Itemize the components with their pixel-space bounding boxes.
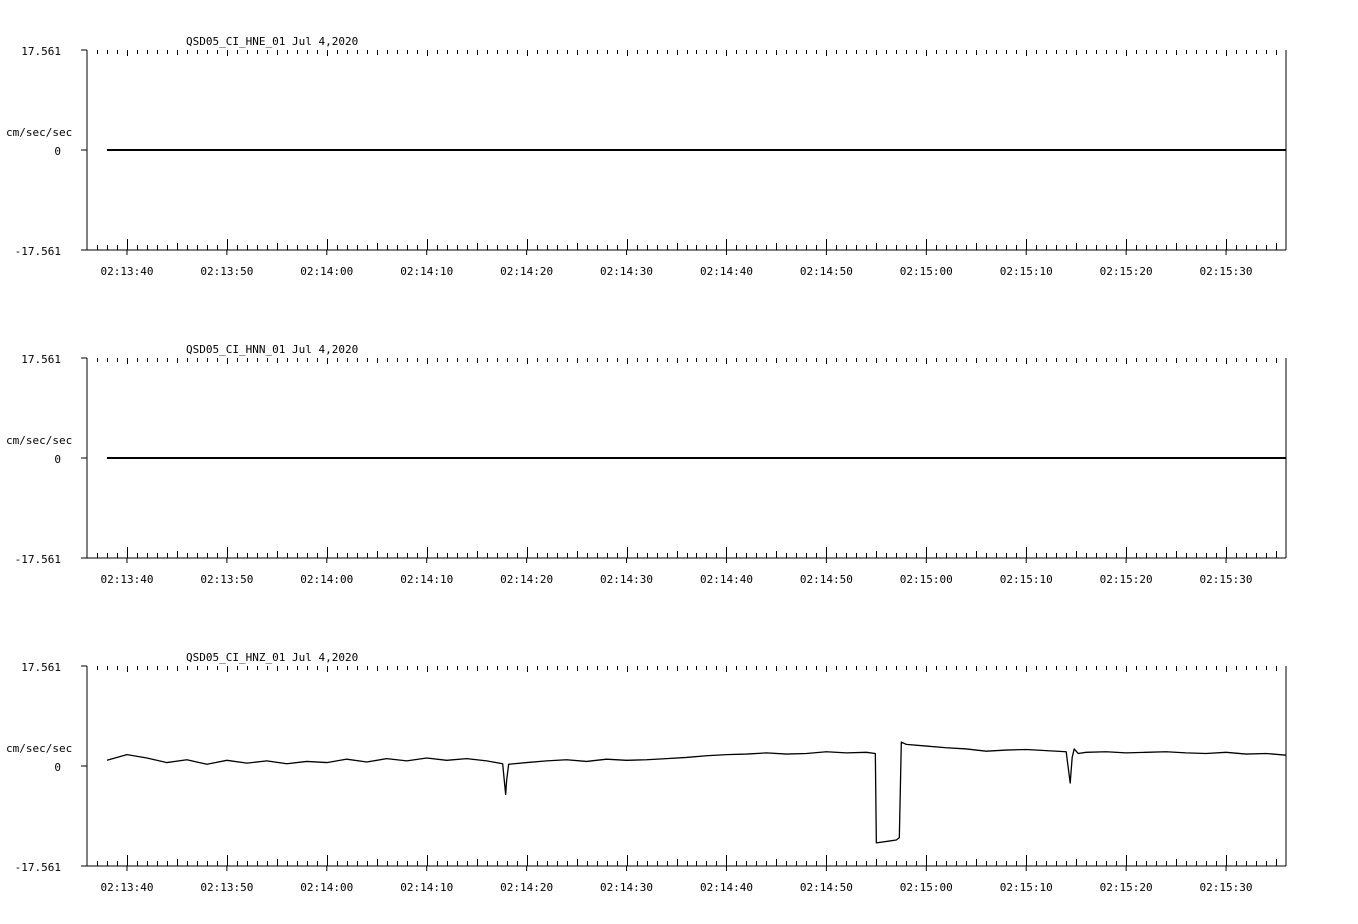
x-tick-label: 02:13:40 xyxy=(100,573,153,586)
x-tick-label: 02:13:40 xyxy=(100,265,153,278)
x-tick-label: 02:15:20 xyxy=(1100,881,1153,894)
x-tick-label: 02:13:50 xyxy=(200,573,253,586)
x-tick-label: 02:14:50 xyxy=(800,881,853,894)
panel-hnz: QSD05_CI_HNZ_01 Jul 4,2020 cm/sec/sec 17… xyxy=(6,651,1287,894)
y-tick-zero: 0 xyxy=(54,145,61,158)
trace-line xyxy=(106,741,1287,844)
y-axis-label: cm/sec/sec xyxy=(6,742,72,755)
x-tick-label: 02:14:00 xyxy=(300,881,353,894)
y-axis-label: cm/sec/sec xyxy=(6,434,72,447)
panel-title: QSD05_CI_HNN_01 Jul 4,2020 xyxy=(186,343,358,356)
x-tick-label: 02:15:30 xyxy=(1200,265,1253,278)
y-tick-bottom: -17.561 xyxy=(15,245,61,258)
x-tick-label: 02:14:20 xyxy=(500,573,553,586)
x-tick-label: 02:15:10 xyxy=(1000,265,1053,278)
x-tick-label: 02:13:50 xyxy=(200,881,253,894)
panel-title: QSD05_CI_HNE_01 Jul 4,2020 xyxy=(186,35,358,48)
y-tick-bottom: -17.561 xyxy=(15,861,61,874)
x-tick-label: 02:14:10 xyxy=(400,573,453,586)
x-tick-label: 02:14:00 xyxy=(300,573,353,586)
y-tick-top: 17.561 xyxy=(21,45,61,58)
seismogram-figure: QSD05_CI_HNE_01 Jul 4,2020 cm/sec/sec 17… xyxy=(6,35,1287,894)
x-tick-label: 02:14:00 xyxy=(300,265,353,278)
panel-title: QSD05_CI_HNZ_01 Jul 4,2020 xyxy=(186,651,358,664)
x-tick-label: 02:15:10 xyxy=(1000,573,1053,586)
x-tick-label: 02:15:00 xyxy=(900,265,953,278)
x-tick-label: 02:15:30 xyxy=(1200,573,1253,586)
y-tick-top: 17.561 xyxy=(21,661,61,674)
x-tick-label: 02:14:20 xyxy=(500,265,553,278)
x-tick-label: 02:14:40 xyxy=(700,265,753,278)
x-tick-label: 02:14:30 xyxy=(600,881,653,894)
y-tick-zero: 0 xyxy=(54,761,61,774)
x-tick-label: 02:14:50 xyxy=(800,573,853,586)
x-tick-label: 02:14:20 xyxy=(500,881,553,894)
y-tick-zero: 0 xyxy=(54,453,61,466)
x-tick-label: 02:13:50 xyxy=(200,265,253,278)
x-tick-label: 02:15:20 xyxy=(1100,573,1153,586)
y-tick-bottom: -17.561 xyxy=(15,553,61,566)
panel-hnn: QSD05_CI_HNN_01 Jul 4,2020 cm/sec/sec 17… xyxy=(6,343,1287,586)
x-tick-label: 02:14:50 xyxy=(800,265,853,278)
x-tick-label: 02:14:10 xyxy=(400,881,453,894)
x-tick-label: 02:15:00 xyxy=(900,573,953,586)
x-tick-label: 02:15:30 xyxy=(1200,881,1253,894)
x-tick-label: 02:15:00 xyxy=(900,881,953,894)
y-tick-top: 17.561 xyxy=(21,353,61,366)
y-axis-label: cm/sec/sec xyxy=(6,126,72,139)
x-tick-label: 02:15:20 xyxy=(1100,265,1153,278)
x-tick-label: 02:14:10 xyxy=(400,265,453,278)
x-tick-label: 02:14:30 xyxy=(600,265,653,278)
x-tick-label: 02:14:40 xyxy=(700,573,753,586)
x-tick-label: 02:13:40 xyxy=(100,881,153,894)
x-tick-label: 02:14:30 xyxy=(600,573,653,586)
panel-hne: QSD05_CI_HNE_01 Jul 4,2020 cm/sec/sec 17… xyxy=(6,35,1287,278)
x-tick-label: 02:14:40 xyxy=(700,881,753,894)
x-tick-label: 02:15:10 xyxy=(1000,881,1053,894)
